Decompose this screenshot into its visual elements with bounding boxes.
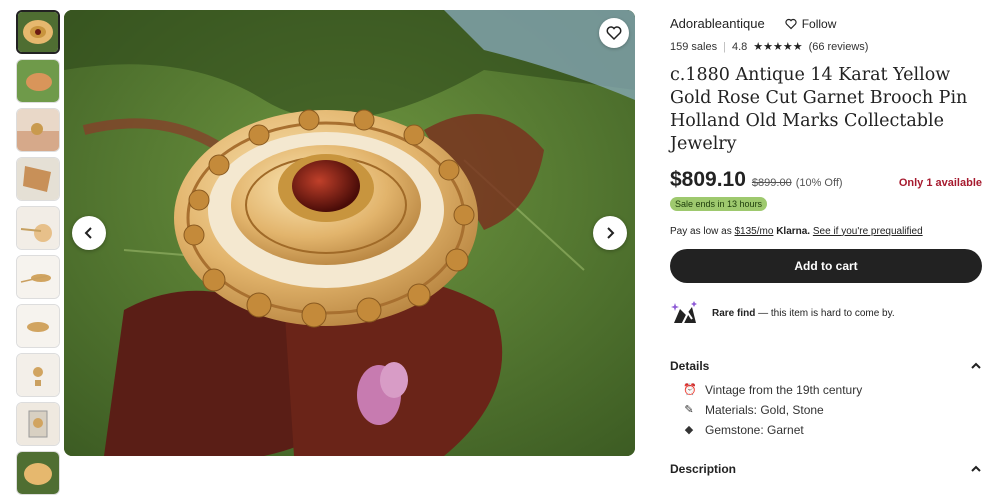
klarna-row: Pay as low as $135/mo Klarna. See if you… (670, 226, 982, 237)
detail-item-vintage: ⏰ Vintage from the 19th century (683, 383, 982, 397)
listing-title: c.1880 Antique 14 Karat Yellow Gold Rose… (670, 65, 968, 154)
sale-badge: Sale ends in 13 hours (670, 196, 768, 211)
detail-label: Materials: Gold, Stone (705, 402, 824, 417)
original-price: $899.00 (751, 176, 792, 189)
klarna-brand: Klarna. (776, 225, 811, 237)
sale-price: $809.10 (670, 167, 746, 191)
chevron-up-icon (971, 465, 981, 472)
rating-stars-icon: ★★★★★ (753, 41, 803, 53)
thumbnail-10[interactable] (16, 451, 60, 495)
needle-icon: ✎ (684, 404, 694, 417)
discount-percent: (10% Off) (795, 176, 843, 189)
detail-label: Vintage from the 19th century (705, 382, 863, 397)
shop-row: Adorableantique Follow (670, 16, 982, 31)
rare-find-label: Rare find (712, 308, 756, 320)
thumbnail-9[interactable] (16, 402, 60, 446)
heart-icon (785, 18, 797, 29)
meta-divider: | (723, 40, 726, 53)
details-header[interactable]: Details (670, 359, 982, 373)
thumbnail-strip (16, 10, 60, 500)
chevron-right-icon (607, 227, 615, 239)
chevron-up-icon (971, 362, 981, 369)
rating-value: 4.8 (731, 40, 748, 53)
listing-info-panel: Adorableantique Follow 159 sales | 4.8 ★… (670, 10, 982, 476)
follow-button[interactable]: Follow (785, 16, 837, 31)
rare-find-icon (671, 300, 697, 326)
reviews-link[interactable]: (66 reviews) (809, 41, 869, 53)
thumbnail-7[interactable] (16, 304, 60, 348)
follow-label: Follow (801, 16, 837, 31)
sales-count: 159 sales (670, 40, 718, 53)
favorite-button[interactable] (599, 18, 629, 48)
price-row: $809.10 $899.00 (10% Off) Only 1 availab… (670, 168, 982, 192)
thumbnail-2[interactable] (16, 59, 60, 103)
detail-label: Gemstone: Garnet (705, 422, 804, 437)
rare-find-text: — this item is hard to come by. (755, 308, 895, 320)
thumbnail-3[interactable] (16, 108, 60, 152)
heart-icon (606, 26, 622, 41)
shop-name-link[interactable]: Adorableantique (670, 16, 765, 31)
details-list: ⏰ Vintage from the 19th century ✎ Materi… (670, 383, 982, 437)
previous-image-button[interactable] (72, 216, 106, 250)
klarna-prequalify-link[interactable]: See if you're prequalified (813, 226, 923, 237)
main-product-image (64, 10, 635, 456)
detail-item-materials: ✎ Materials: Gold, Stone (683, 403, 982, 417)
next-image-button[interactable] (593, 216, 627, 250)
rare-find-banner: Rare find — this item is hard to come by… (670, 299, 982, 329)
add-to-cart-button[interactable]: Add to cart (670, 248, 982, 283)
thumbnail-4[interactable] (16, 157, 60, 201)
availability-note: Only 1 available (898, 176, 982, 189)
details-heading: Details (670, 358, 710, 373)
detail-item-gemstone: ◆ Gemstone: Garnet (683, 423, 982, 437)
diamond-icon: ◆ (684, 424, 694, 437)
thumbnail-8[interactable] (16, 353, 60, 397)
thumbnail-6[interactable] (16, 255, 60, 299)
klarna-prefix: Pay as low as (670, 225, 732, 237)
thumbnail-5[interactable] (16, 206, 60, 250)
brooch-photo (64, 10, 635, 456)
shop-meta: 159 sales | 4.8 ★★★★★ (66 reviews) (670, 40, 982, 54)
alarm-clock-icon: ⏰ (683, 384, 697, 397)
klarna-amount-link[interactable]: $135/mo (734, 226, 773, 237)
chevron-left-icon (84, 227, 92, 239)
thumbnail-1[interactable] (16, 10, 60, 54)
